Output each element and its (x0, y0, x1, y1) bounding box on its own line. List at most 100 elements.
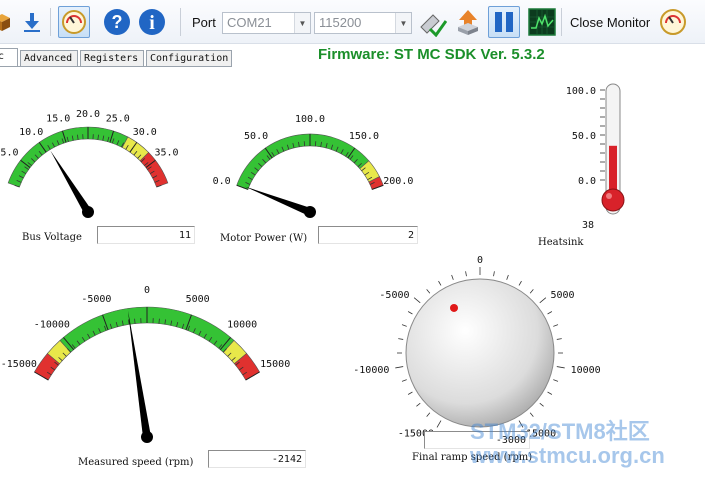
toolbar-separator (561, 8, 562, 36)
close-monitor-button[interactable] (657, 6, 689, 38)
toolbar: ? i Port COM21 ▼ 115200 ▼ Close Monitor (0, 0, 705, 44)
knob-tick (539, 297, 547, 304)
tick-label: -10000 (353, 365, 389, 376)
knob-tick (529, 289, 534, 294)
download-arrow-icon (24, 13, 40, 32)
tick-label: -5000 (81, 294, 111, 305)
tick-label: 0.0 (213, 176, 231, 187)
thermometer-highlight (606, 193, 612, 199)
tab-registers[interactable]: Registers (80, 50, 144, 67)
tick-label: -15000 (1, 359, 37, 370)
package-icon (0, 14, 10, 31)
help-button[interactable]: ? (101, 6, 133, 38)
bus-voltage-label: Bus Voltage (22, 232, 82, 243)
knob-tick (416, 402, 421, 407)
gauge-needle (127, 310, 151, 438)
knob-tick (539, 402, 544, 407)
knob-tick (553, 379, 559, 382)
tick-label: -10000 (34, 320, 70, 331)
tick-label: 10000 (571, 365, 601, 376)
tick-label: 100.0 (566, 86, 596, 97)
watermark-line-1: STM32/STM8社区 (470, 419, 650, 444)
knob-tick (547, 311, 553, 315)
connect-button[interactable] (416, 6, 448, 38)
knob-tick (556, 366, 565, 369)
knob-tick (395, 366, 404, 369)
tick-label: 150.0 (349, 131, 379, 142)
needle-hub (141, 431, 153, 443)
gauge-monitor-button[interactable] (58, 6, 90, 38)
motor-power-value: 2 (318, 226, 418, 244)
tick-label: 0 (144, 285, 150, 296)
knob-tick (465, 271, 467, 277)
svg-text:i: i (149, 12, 155, 34)
upload-button[interactable] (452, 6, 484, 38)
tick-label: -5000 (379, 290, 409, 301)
tick-label: 5000 (186, 294, 210, 305)
oscilloscope-icon (528, 8, 556, 36)
tab-configuration[interactable]: Configuration (146, 50, 232, 67)
plot-button[interactable] (526, 6, 558, 38)
heatsink-thermometer: 100.0 50.0 0.0 (566, 83, 625, 215)
knob-tick (407, 391, 413, 395)
knob-tick (401, 379, 407, 382)
needle-hub (304, 206, 316, 218)
knob-tick (426, 412, 431, 417)
port-select[interactable]: COM21 ▼ (222, 12, 311, 34)
tick-label: 35.0 (154, 148, 178, 159)
tab-basic[interactable]: c (0, 48, 18, 67)
tick-label: 5000 (550, 290, 574, 301)
thermometer-bulb (601, 188, 625, 212)
baud-select[interactable]: 115200 ▼ (314, 12, 412, 34)
tab-advanced[interactable]: Advanced (20, 50, 78, 67)
tick-label: 30.0 (133, 127, 157, 138)
baud-select-value: 115200 (319, 15, 362, 30)
tick-label: 15.0 (46, 114, 70, 125)
port-label: Port (192, 15, 216, 30)
tick-label: 50.0 (572, 131, 596, 142)
toolbar-separator (180, 8, 181, 36)
chevron-down-icon: ▼ (294, 13, 310, 33)
info-icon: i (139, 9, 165, 35)
final-ramp-speed-knob[interactable]: -5000-10000-15000500010000150000 (350, 255, 610, 440)
bus-voltage-value: 11 (97, 226, 195, 244)
knob-tick (436, 420, 442, 428)
tick-label: 0 (477, 255, 483, 266)
bus-voltage-gauge: 5.010.015.0 20.0 25.030.0 35.0 (0, 109, 179, 218)
knob-tick (426, 289, 431, 294)
knob-tick (398, 338, 404, 340)
tick-label: 25.0 (106, 114, 130, 125)
minor-tick (158, 318, 160, 324)
knob-tick (493, 271, 495, 277)
knob-tick (547, 391, 553, 395)
close-monitor-label: Close Monitor (570, 15, 651, 30)
tick-label: 15000 (260, 359, 290, 370)
tick-label: 5.0 (0, 148, 18, 159)
knob-tick (438, 280, 442, 286)
minor-tick (134, 318, 136, 324)
firmware-version: Firmware: ST MC SDK Ver. 5.3.2 (318, 46, 545, 63)
needle-hub (82, 206, 94, 218)
watermark: STM32/STM8社区 www.stmcu.org.cn (470, 420, 665, 468)
tick-label: 10000 (227, 320, 257, 331)
tick-label: 50.0 (244, 131, 268, 142)
info-button[interactable]: i (136, 6, 168, 38)
port-select-value: COM21 (227, 15, 272, 30)
gauge-icon (660, 9, 686, 35)
tick-label: 100.0 (295, 114, 325, 125)
knob-tick (529, 412, 534, 417)
measured-speed-value: -2142 (208, 450, 306, 468)
knob-tick (506, 274, 509, 280)
knob-tick (401, 324, 407, 327)
watermark-line-2: www.stmcu.org.cn (470, 443, 665, 468)
tick-label: 200.0 (383, 176, 413, 187)
download-button[interactable] (16, 6, 48, 38)
motor-power-label: Motor Power (W) (220, 233, 308, 244)
gauge-needle (244, 186, 312, 216)
pause-icon (495, 12, 513, 32)
knob-tick (518, 280, 522, 286)
knob-indicator-dot (450, 303, 458, 312)
pause-button[interactable] (488, 6, 520, 38)
help-icon: ? (104, 9, 130, 35)
toolbar-separator (50, 8, 51, 36)
